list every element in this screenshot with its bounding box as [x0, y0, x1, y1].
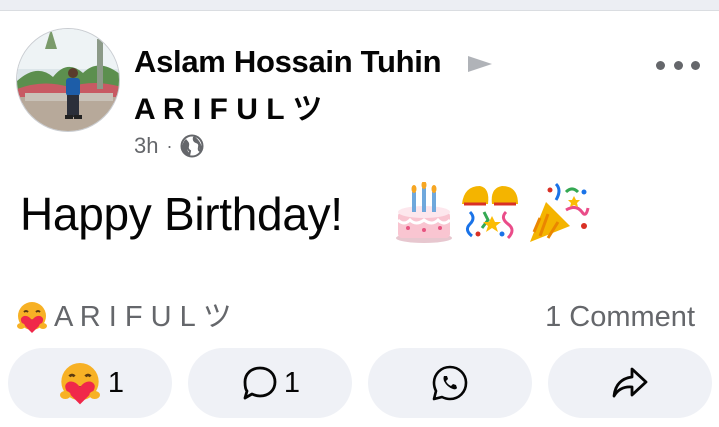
post-meta: 3h · [134, 132, 204, 160]
subtitle-name[interactable]: A R I F U L ツ [134, 92, 322, 128]
care-reaction-icon [17, 302, 47, 333]
comment-count-link[interactable]: 1 Comment [545, 299, 695, 335]
react-count: 1 [107, 367, 125, 399]
separator-dot: · [166, 136, 173, 156]
share-icon [612, 367, 648, 398]
confetti-ball-icon [462, 186, 518, 240]
author-name[interactable]: Aslam Hossain Tuhin [134, 44, 442, 80]
reactor-name: A R I F U L ツ [54, 301, 232, 333]
reaction-summary[interactable]: A R I F U L ツ [14, 299, 232, 335]
care-reaction-icon [59, 363, 100, 405]
react-button[interactable]: 1 [8, 348, 172, 418]
party-popper-icon [530, 182, 590, 242]
top-divider [0, 0, 719, 11]
avatar[interactable] [16, 28, 120, 132]
whatsapp-icon [432, 365, 468, 401]
comment-button[interactable]: 1 [188, 348, 352, 418]
globe-icon[interactable] [180, 134, 204, 158]
more-options-icon[interactable] [656, 54, 700, 76]
post-time[interactable]: 3h [134, 132, 158, 160]
arrow-right-icon [468, 56, 492, 72]
comment-icon [243, 366, 277, 400]
post-text: Happy Birthday! [20, 188, 343, 240]
whatsapp-share-button[interactable] [368, 348, 532, 418]
comment-count: 1 [283, 367, 301, 399]
profile-photo [17, 29, 119, 131]
birthday-cake-icon [396, 182, 452, 243]
share-button[interactable] [548, 348, 712, 418]
